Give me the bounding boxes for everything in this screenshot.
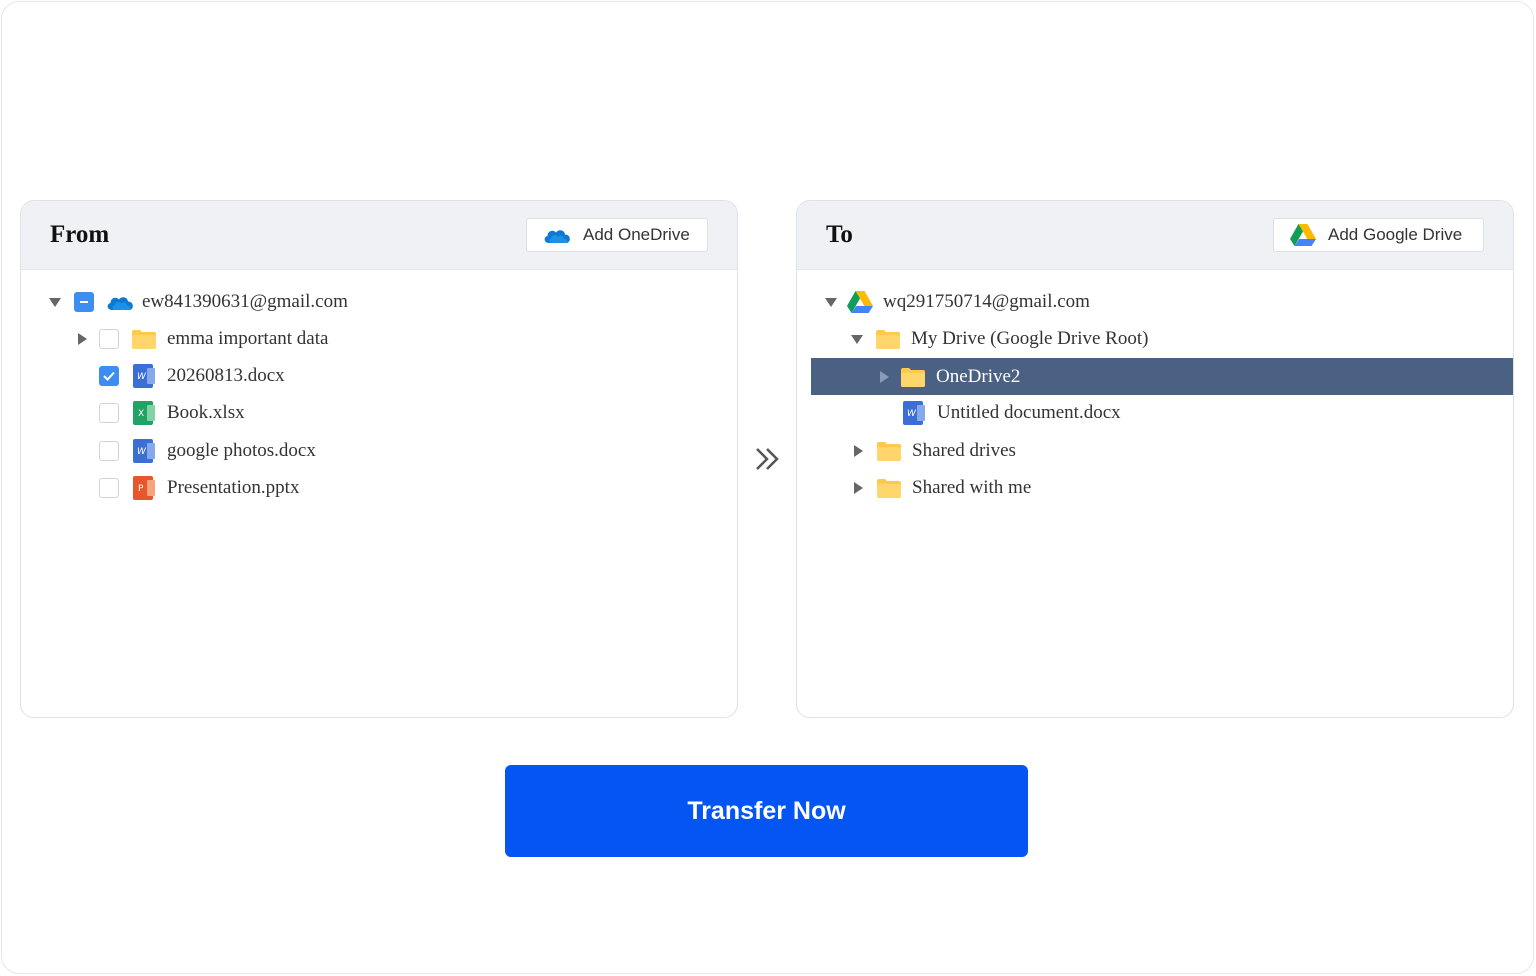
- destination-account-email: wq291750714@gmail.com: [883, 290, 1090, 312]
- item-label: google photos.docx: [167, 439, 316, 461]
- transfer-now-button[interactable]: Transfer Now: [505, 765, 1028, 857]
- svg-text:P: P: [138, 484, 144, 494]
- tree-row-root-account[interactable]: ew841390631@gmail.com: [21, 283, 737, 320]
- folder-icon: [901, 365, 925, 389]
- expanded-arrow-icon[interactable]: [825, 296, 837, 308]
- folder-icon: [877, 476, 901, 500]
- from-panel: From Add OneDrive ew841390631@gmail.com: [20, 200, 738, 718]
- folder-icon: [132, 327, 156, 351]
- word-file-icon: W: [132, 363, 156, 388]
- expanded-arrow-icon[interactable]: [851, 333, 863, 345]
- tree-row-file[interactable]: W google photos.docx: [21, 432, 737, 469]
- item-label: emma important data: [167, 327, 329, 349]
- item-label: 20260813.docx: [167, 364, 285, 386]
- tree-row-shared-drives[interactable]: Shared drives: [797, 432, 1513, 469]
- item-label: Shared with me: [912, 476, 1032, 498]
- tree-row-file[interactable]: P Presentation.pptx: [21, 469, 737, 506]
- svg-text:X: X: [138, 409, 144, 419]
- powerpoint-file-icon: P: [132, 475, 156, 500]
- checkbox[interactable]: [99, 477, 119, 498]
- folder-icon: [876, 327, 900, 351]
- item-label: Untitled document.docx: [937, 401, 1121, 423]
- onedrive-icon: [105, 290, 135, 314]
- onedrive-icon: [543, 226, 571, 244]
- google-drive-icon: [1290, 224, 1316, 246]
- add-onedrive-label: Add OneDrive: [583, 225, 690, 244]
- double-chevron-right-icon: [754, 444, 782, 479]
- expanded-arrow-icon[interactable]: [49, 296, 61, 308]
- partial-checkbox[interactable]: [74, 291, 94, 312]
- add-google-drive-button[interactable]: Add Google Drive: [1273, 218, 1484, 252]
- svg-text:W: W: [137, 372, 147, 382]
- item-label: Shared drives: [912, 439, 1016, 461]
- google-drive-icon: [847, 290, 873, 314]
- item-label: Book.xlsx: [167, 401, 245, 423]
- source-account-email: ew841390631@gmail.com: [142, 290, 348, 312]
- add-google-drive-label: Add Google Drive: [1328, 225, 1463, 244]
- tree-row-folder[interactable]: emma important data: [21, 320, 737, 357]
- tree-row-file[interactable]: X Book.xlsx: [21, 394, 737, 431]
- svg-text:W: W: [137, 447, 147, 457]
- tree-row-my-drive[interactable]: My Drive (Google Drive Root): [797, 320, 1513, 357]
- folder-icon: [877, 439, 901, 463]
- checkbox[interactable]: [99, 328, 119, 349]
- svg-text:W: W: [907, 409, 917, 419]
- collapsed-arrow-icon[interactable]: [852, 444, 864, 457]
- word-file-icon: W: [132, 438, 156, 463]
- add-onedrive-button[interactable]: Add OneDrive: [526, 218, 708, 252]
- collapsed-arrow-icon[interactable]: [878, 370, 890, 383]
- checkbox[interactable]: [99, 402, 119, 423]
- checked-checkbox[interactable]: [99, 365, 119, 386]
- to-title: To: [826, 221, 853, 248]
- tree-row-file[interactable]: W 20260813.docx: [21, 357, 737, 394]
- tree-row-selected-folder[interactable]: OneDrive2: [811, 358, 1513, 395]
- item-label: Presentation.pptx: [167, 476, 300, 498]
- collapsed-arrow-icon[interactable]: [76, 332, 88, 345]
- from-panel-header: From Add OneDrive: [21, 201, 737, 270]
- word-file-icon: W: [902, 400, 926, 425]
- item-label: OneDrive2: [936, 365, 1021, 387]
- to-panel: To Add Google Drive wq291750714@gmail.co…: [796, 200, 1514, 718]
- excel-file-icon: X: [132, 400, 156, 425]
- collapsed-arrow-icon[interactable]: [852, 481, 864, 494]
- item-label: My Drive (Google Drive Root): [911, 327, 1149, 349]
- to-panel-header: To Add Google Drive: [797, 201, 1513, 270]
- tree-row-root-account[interactable]: wq291750714@gmail.com: [797, 283, 1513, 320]
- tree-row-file[interactable]: W Untitled document.docx: [797, 394, 1513, 431]
- tree-row-shared-with-me[interactable]: Shared with me: [797, 469, 1513, 506]
- from-title: From: [50, 221, 110, 248]
- checkbox[interactable]: [99, 440, 119, 461]
